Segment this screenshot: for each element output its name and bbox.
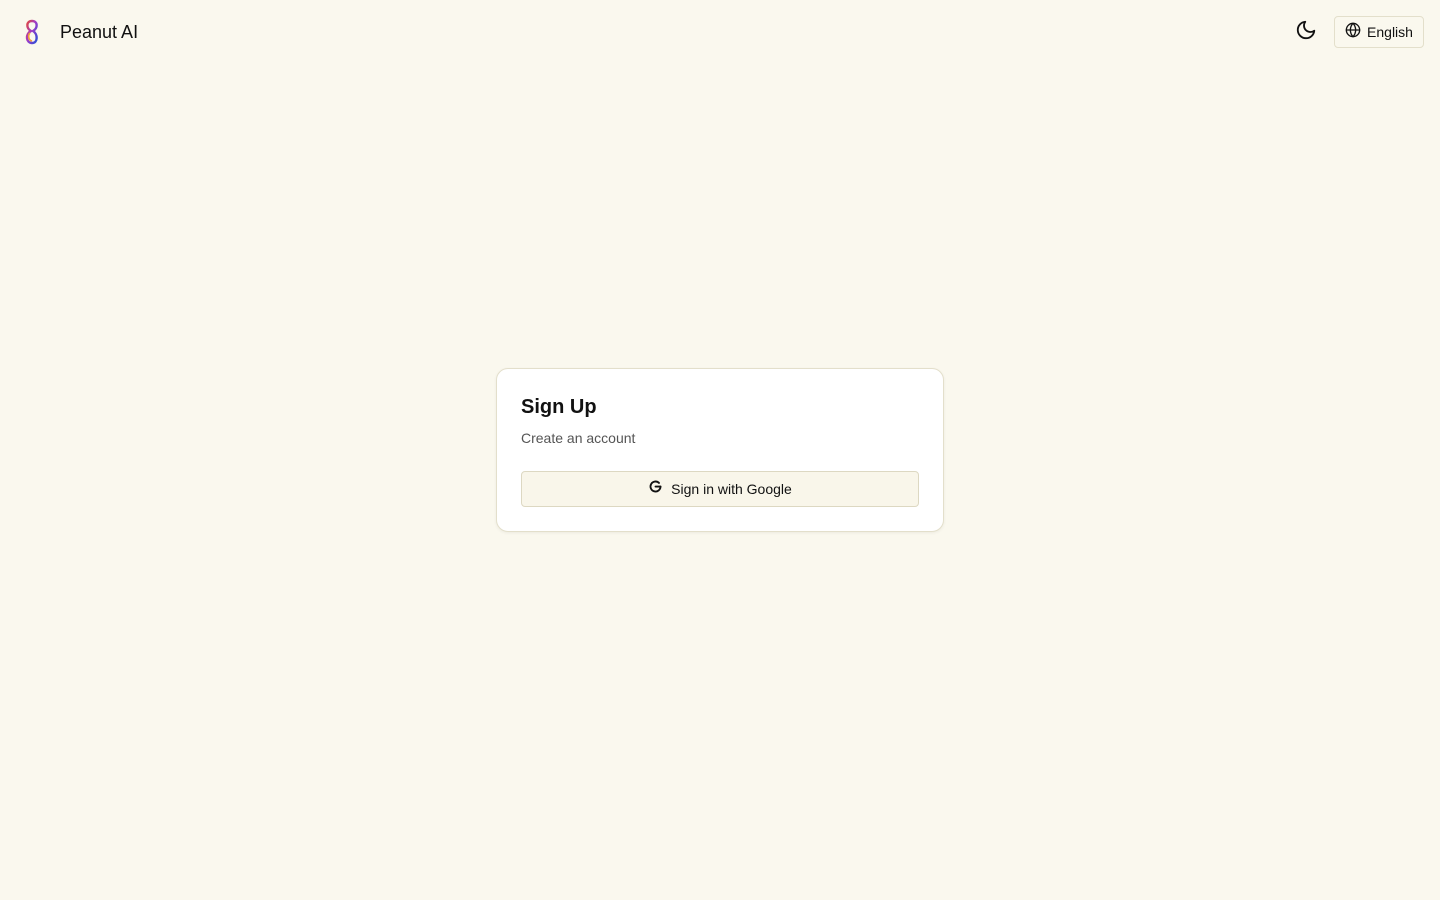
theme-toggle-button[interactable] (1290, 16, 1322, 48)
language-select-button[interactable]: English (1334, 16, 1424, 48)
google-icon (648, 479, 663, 499)
top-header: Peanut AI English (0, 0, 1440, 64)
signup-title: Sign Up (521, 396, 597, 418)
brand-home-link[interactable]: Peanut AI (20, 16, 138, 48)
moon-icon (1295, 19, 1317, 46)
peanut-logo-icon (20, 16, 44, 48)
language-label: English (1367, 24, 1413, 40)
signup-subtitle: Create an account (521, 430, 636, 446)
globe-icon (1345, 22, 1361, 43)
signup-card: Sign Up Create an account Sign in with G… (496, 368, 944, 532)
google-signin-label: Sign in with Google (671, 481, 792, 497)
app-name: Peanut AI (60, 21, 139, 42)
google-signin-button[interactable]: Sign in with Google (521, 471, 919, 507)
